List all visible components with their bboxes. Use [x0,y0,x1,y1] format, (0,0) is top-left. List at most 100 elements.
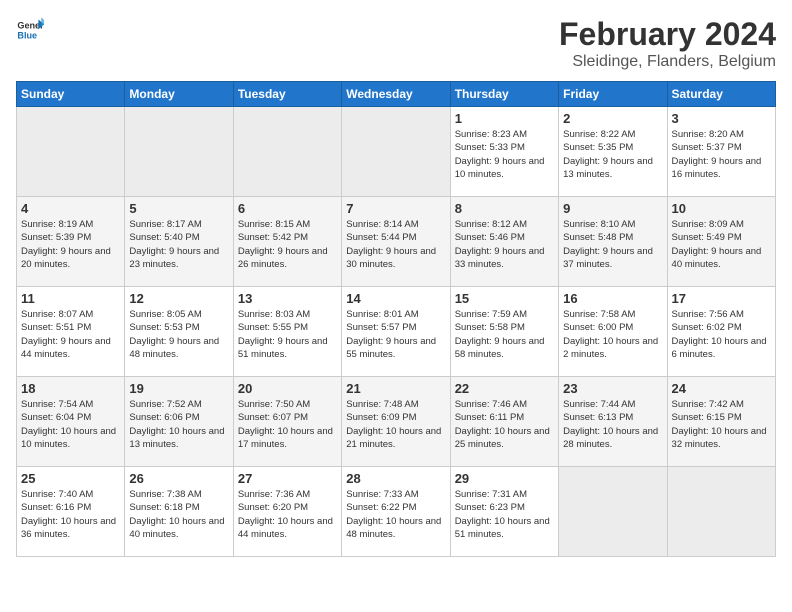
day-info: Sunrise: 7:59 AMSunset: 5:58 PMDaylight:… [455,308,554,361]
calendar-cell: 16Sunrise: 7:58 AMSunset: 6:00 PMDayligh… [559,287,667,377]
calendar-cell [125,107,233,197]
calendar-cell: 11 Sunrise: 8:07 AMSunset: 5:51 PMDayligh… [17,287,125,377]
day-info: Sunrise: 7:46 AMSunset: 6:11 PMDaylight:… [455,398,554,451]
day-number: 23 [563,381,662,396]
logo: General Blue [16,16,44,44]
calendar-cell: 25 Sunrise: 7:40 AMSunset: 6:16 PMDayligh… [17,467,125,557]
day-number: 25 [21,471,120,486]
day-info: Sunrise: 8:03 AMSunset: 5:55 PMDaylight:… [238,308,337,361]
calendar-cell: 27 Sunrise: 7:36 AMSunset: 6:20 PMDayligh… [233,467,341,557]
day-info: Sunrise: 8:07 AMSunset: 5:51 PMDaylight:… [21,308,120,361]
day-info: Sunrise: 7:50 AMSunset: 6:07 PMDaylight:… [238,398,337,451]
day-number: 12 [129,291,228,306]
calendar-cell: 22 Sunrise: 7:46 AMSunset: 6:11 PMDayligh… [450,377,558,467]
day-number: 14 [346,291,445,306]
calendar-cell: 7 Sunrise: 8:14 AMSunset: 5:44 PMDaylight… [342,197,450,287]
svg-text:Blue: Blue [17,30,37,40]
day-number: 3 [672,111,771,126]
day-info: Sunrise: 8:05 AMSunset: 5:53 PMDaylight:… [129,308,228,361]
week-row-4: 18Sunrise: 7:54 AMSunset: 6:04 PMDayligh… [17,377,776,467]
calendar-cell: 23 Sunrise: 7:44 AMSunset: 6:13 PMDayligh… [559,377,667,467]
day-info: Sunrise: 7:38 AMSunset: 6:18 PMDaylight:… [129,488,228,541]
weekday-header-sunday: Sunday [17,82,125,107]
day-number: 6 [238,201,337,216]
day-number: 9 [563,201,662,216]
calendar-cell: 1 Sunrise: 8:23 AMSunset: 5:33 PMDaylight… [450,107,558,197]
day-info: Sunrise: 8:10 AMSunset: 5:48 PMDaylight:… [563,218,662,271]
day-number: 13 [238,291,337,306]
day-info: Sunrise: 8:09 AMSunset: 5:49 PMDaylight:… [672,218,771,271]
calendar-cell: 8 Sunrise: 8:12 AMSunset: 5:46 PMDaylight… [450,197,558,287]
day-number: 1 [455,111,554,126]
calendar-cell: 26Sunrise: 7:38 AMSunset: 6:18 PMDayligh… [125,467,233,557]
calendar-cell: 19 Sunrise: 7:52 AMSunset: 6:06 PMDayligh… [125,377,233,467]
calendar-cell: 15Sunrise: 7:59 AMSunset: 5:58 PMDayligh… [450,287,558,377]
week-row-5: 25 Sunrise: 7:40 AMSunset: 6:16 PMDayligh… [17,467,776,557]
day-info: Sunrise: 8:12 AMSunset: 5:46 PMDaylight:… [455,218,554,271]
day-info: Sunrise: 8:17 AMSunset: 5:40 PMDaylight:… [129,218,228,271]
logo-icon: General Blue [16,16,44,44]
day-number: 28 [346,471,445,486]
week-row-3: 11 Sunrise: 8:07 AMSunset: 5:51 PMDayligh… [17,287,776,377]
day-info: Sunrise: 8:14 AMSunset: 5:44 PMDaylight:… [346,218,445,271]
calendar-cell: 4Sunrise: 8:19 AMSunset: 5:39 PMDaylight… [17,197,125,287]
calendar-cell: 24 Sunrise: 7:42 AMSunset: 6:15 PMDayligh… [667,377,775,467]
day-info: Sunrise: 7:33 AMSunset: 6:22 PMDaylight:… [346,488,445,541]
calendar-cell: 2 Sunrise: 8:22 AMSunset: 5:35 PMDaylight… [559,107,667,197]
calendar-cell: 6Sunrise: 8:15 AMSunset: 5:42 PMDaylight… [233,197,341,287]
day-info: Sunrise: 7:44 AMSunset: 6:13 PMDaylight:… [563,398,662,451]
weekday-header-thursday: Thursday [450,82,558,107]
day-info: Sunrise: 8:22 AMSunset: 5:35 PMDaylight:… [563,128,662,181]
calendar-cell [559,467,667,557]
calendar-cell [17,107,125,197]
calendar-cell [233,107,341,197]
day-number: 7 [346,201,445,216]
day-number: 2 [563,111,662,126]
month-title: February 2024 [559,16,776,53]
calendar-cell: 5 Sunrise: 8:17 AMSunset: 5:40 PMDaylight… [125,197,233,287]
day-number: 20 [238,381,337,396]
day-number: 16 [563,291,662,306]
calendar-cell: 28 Sunrise: 7:33 AMSunset: 6:22 PMDayligh… [342,467,450,557]
day-number: 11 [21,291,120,306]
calendar-cell [342,107,450,197]
calendar-cell: 12 Sunrise: 8:05 AMSunset: 5:53 PMDayligh… [125,287,233,377]
calendar-cell: 18Sunrise: 7:54 AMSunset: 6:04 PMDayligh… [17,377,125,467]
day-number: 4 [21,201,120,216]
day-number: 21 [346,381,445,396]
week-row-1: 1 Sunrise: 8:23 AMSunset: 5:33 PMDaylight… [17,107,776,197]
weekday-header-wednesday: Wednesday [342,82,450,107]
calendar-cell [667,467,775,557]
day-number: 19 [129,381,228,396]
calendar-cell: 17Sunrise: 7:56 AMSunset: 6:02 PMDayligh… [667,287,775,377]
day-info: Sunrise: 7:31 AMSunset: 6:23 PMDaylight:… [455,488,554,541]
weekday-header-saturday: Saturday [667,82,775,107]
weekday-header-friday: Friday [559,82,667,107]
day-info: Sunrise: 7:48 AMSunset: 6:09 PMDaylight:… [346,398,445,451]
day-info: Sunrise: 7:42 AMSunset: 6:15 PMDaylight:… [672,398,771,451]
page-header: General Blue February 2024 Sleidinge, Fl… [16,16,776,71]
calendar-table: SundayMondayTuesdayWednesdayThursdayFrid… [16,81,776,557]
calendar-cell: 9 Sunrise: 8:10 AMSunset: 5:48 PMDaylight… [559,197,667,287]
day-info: Sunrise: 8:01 AMSunset: 5:57 PMDaylight:… [346,308,445,361]
weekday-header-monday: Monday [125,82,233,107]
day-number: 8 [455,201,554,216]
day-number: 17 [672,291,771,306]
calendar-cell: 21 Sunrise: 7:48 AMSunset: 6:09 PMDayligh… [342,377,450,467]
day-number: 29 [455,471,554,486]
week-row-2: 4Sunrise: 8:19 AMSunset: 5:39 PMDaylight… [17,197,776,287]
day-number: 24 [672,381,771,396]
calendar-cell: 14 Sunrise: 8:01 AMSunset: 5:57 PMDayligh… [342,287,450,377]
day-number: 18 [21,381,120,396]
day-number: 27 [238,471,337,486]
day-info: Sunrise: 7:40 AMSunset: 6:16 PMDaylight:… [21,488,120,541]
weekday-header-row: SundayMondayTuesdayWednesdayThursdayFrid… [17,82,776,107]
day-info: Sunrise: 8:23 AMSunset: 5:33 PMDaylight:… [455,128,554,181]
day-number: 10 [672,201,771,216]
day-info: Sunrise: 7:52 AMSunset: 6:06 PMDaylight:… [129,398,228,451]
day-info: Sunrise: 7:36 AMSunset: 6:20 PMDaylight:… [238,488,337,541]
weekday-header-tuesday: Tuesday [233,82,341,107]
calendar-cell: 20 Sunrise: 7:50 AMSunset: 6:07 PMDayligh… [233,377,341,467]
day-number: 5 [129,201,228,216]
day-number: 22 [455,381,554,396]
